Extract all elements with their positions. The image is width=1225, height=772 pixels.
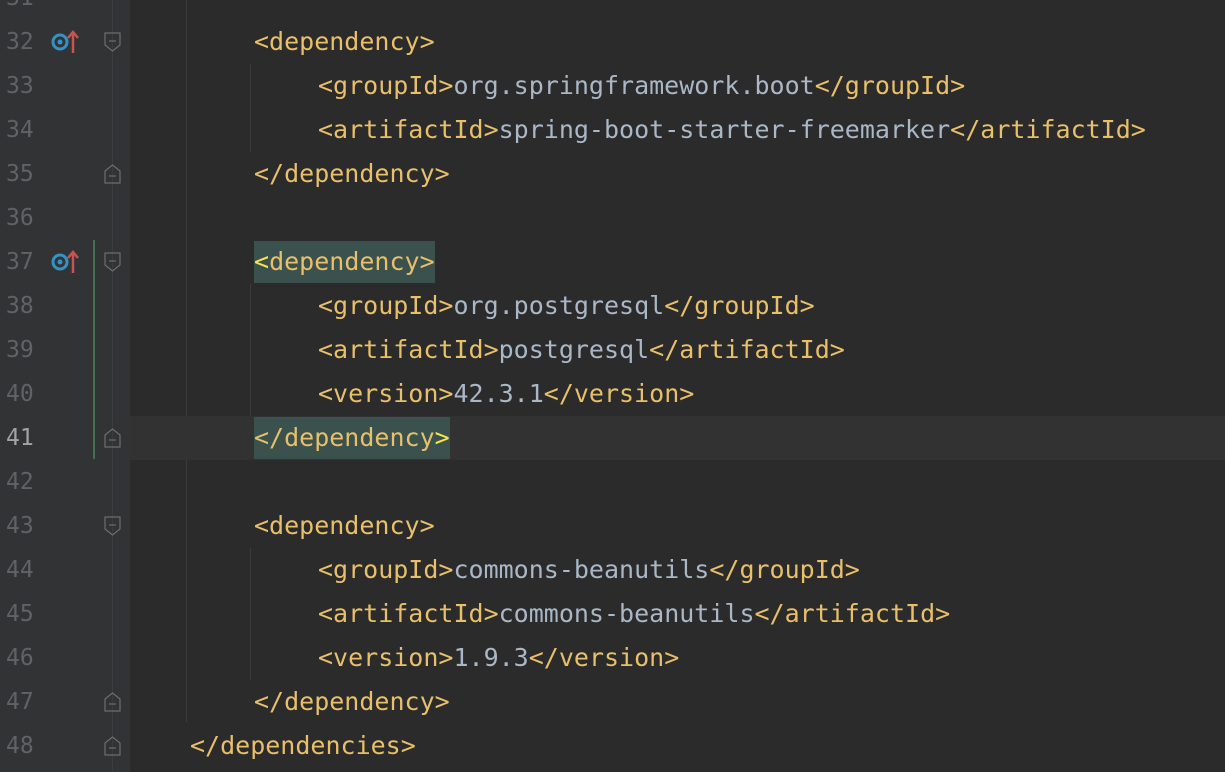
xml-tag: </artifactId> xyxy=(950,115,1146,144)
fold-collapse-icon[interactable] xyxy=(104,736,121,756)
line-number: 46 xyxy=(6,645,34,671)
code-line[interactable]: 36 xyxy=(0,196,1225,240)
code-line[interactable]: 47 </dependency> xyxy=(0,680,1225,724)
line-number: 38 xyxy=(6,293,34,319)
line-number: 43 xyxy=(6,513,34,539)
code-line[interactable]: 32 <dependency> xyxy=(0,20,1225,64)
xml-tag: </version> xyxy=(543,379,695,408)
code-line[interactable]: 40 <version>42.3.1</version> xyxy=(0,372,1225,416)
xml-text: commons-beanutils xyxy=(498,599,755,628)
xml-tag: </dependency> xyxy=(254,159,450,188)
line-number: 47 xyxy=(6,689,34,715)
code-line[interactable]: 31 xyxy=(0,0,1225,20)
code-line[interactable]: 37 <dependency> xyxy=(0,240,1225,284)
xml-text: 1.9.3 xyxy=(453,643,529,672)
xml-text: postgresql xyxy=(498,335,650,364)
code-line[interactable]: 39 <artifactId>postgresql</artifactId> xyxy=(0,328,1225,372)
fold-collapse-icon[interactable] xyxy=(104,692,121,712)
xml-tag: <artifactId> xyxy=(318,335,499,364)
code-line[interactable]: 43 <dependency> xyxy=(0,504,1225,548)
code-line[interactable]: 34 <artifactId>spring-boot-starter-freem… xyxy=(0,108,1225,152)
xml-tag: </artifactId> xyxy=(754,599,951,628)
current-code-line[interactable]: 41 </dependency> xyxy=(0,416,1225,460)
code-line[interactable]: 48 </dependencies> xyxy=(0,724,1225,768)
xml-text: 42.3.1 xyxy=(453,379,544,408)
xml-tag: </dependency> xyxy=(254,687,450,716)
line-number: 33 xyxy=(6,73,34,99)
brace-match-highlight: </dependency> xyxy=(254,417,450,459)
overrides-method-icon[interactable] xyxy=(50,29,80,55)
xml-tag: </artifactId> xyxy=(649,335,845,364)
code-editor[interactable]: 31 32 <dependency> 33 <groupId>org.sprin… xyxy=(0,0,1225,772)
matched-bracket: < xyxy=(254,247,270,276)
line-number: 35 xyxy=(6,161,34,187)
xml-text: org.springframework.boot xyxy=(453,71,815,100)
line-number: 48 xyxy=(6,733,34,759)
code-line[interactable]: 45 <artifactId>commons-beanutils</artifa… xyxy=(0,592,1225,636)
line-number: 37 xyxy=(6,249,34,275)
line-number: 45 xyxy=(6,601,34,627)
line-number: 42 xyxy=(6,469,34,495)
xml-tag: <artifactId> xyxy=(318,599,499,628)
xml-tag: </dependencies> xyxy=(190,731,416,760)
xml-tag: <dependency> xyxy=(254,511,435,540)
xml-tag: <version> xyxy=(318,643,454,672)
xml-tag: </groupId> xyxy=(814,71,966,100)
xml-tag: <version> xyxy=(318,379,454,408)
xml-tag: dependency> xyxy=(269,247,435,276)
overrides-method-icon[interactable] xyxy=(50,249,80,275)
xml-text: spring-boot-starter-freemarker xyxy=(498,115,951,144)
code-line[interactable]: 35 </dependency> xyxy=(0,152,1225,196)
code-line[interactable]: 46 <version>1.9.3</version> xyxy=(0,636,1225,680)
xml-text: commons-beanutils xyxy=(453,555,710,584)
xml-tag: </version> xyxy=(528,643,680,672)
xml-tag: <groupId> xyxy=(318,71,454,100)
fold-expand-icon[interactable] xyxy=(104,252,121,272)
xml-tag: </groupId> xyxy=(664,291,815,320)
fold-expand-icon[interactable] xyxy=(104,516,121,536)
fold-collapse-icon[interactable] xyxy=(104,428,121,448)
fold-collapse-icon[interactable] xyxy=(104,164,121,184)
line-number: 34 xyxy=(6,117,34,143)
code-line[interactable]: 44 <groupId>commons-beanutils</groupId> xyxy=(0,548,1225,592)
line-number: 41 xyxy=(6,425,34,451)
xml-text: org.postgresql xyxy=(453,291,665,320)
line-number: 44 xyxy=(6,557,34,583)
fold-expand-icon[interactable] xyxy=(104,32,121,52)
code-line[interactable]: 38 <groupId>org.postgresql</groupId> xyxy=(0,284,1225,328)
xml-tag: </dependency xyxy=(254,423,435,452)
xml-tag: <groupId> xyxy=(318,291,454,320)
xml-tag: <groupId> xyxy=(318,555,454,584)
line-number: 32 xyxy=(6,29,34,55)
line-number: 31 xyxy=(6,0,34,20)
xml-tag: </groupId> xyxy=(709,555,860,584)
line-number: 36 xyxy=(6,205,34,231)
xml-tag: <dependency> xyxy=(254,27,435,56)
code-line[interactable]: 33 <groupId>org.springframework.boot</gr… xyxy=(0,64,1225,108)
brace-match-highlight: <dependency> xyxy=(254,241,435,283)
xml-tag: <artifactId> xyxy=(318,115,499,144)
line-number: 39 xyxy=(6,337,34,363)
line-number: 40 xyxy=(6,381,34,407)
matched-bracket: > xyxy=(434,423,450,452)
code-line[interactable]: 42 xyxy=(0,460,1225,504)
